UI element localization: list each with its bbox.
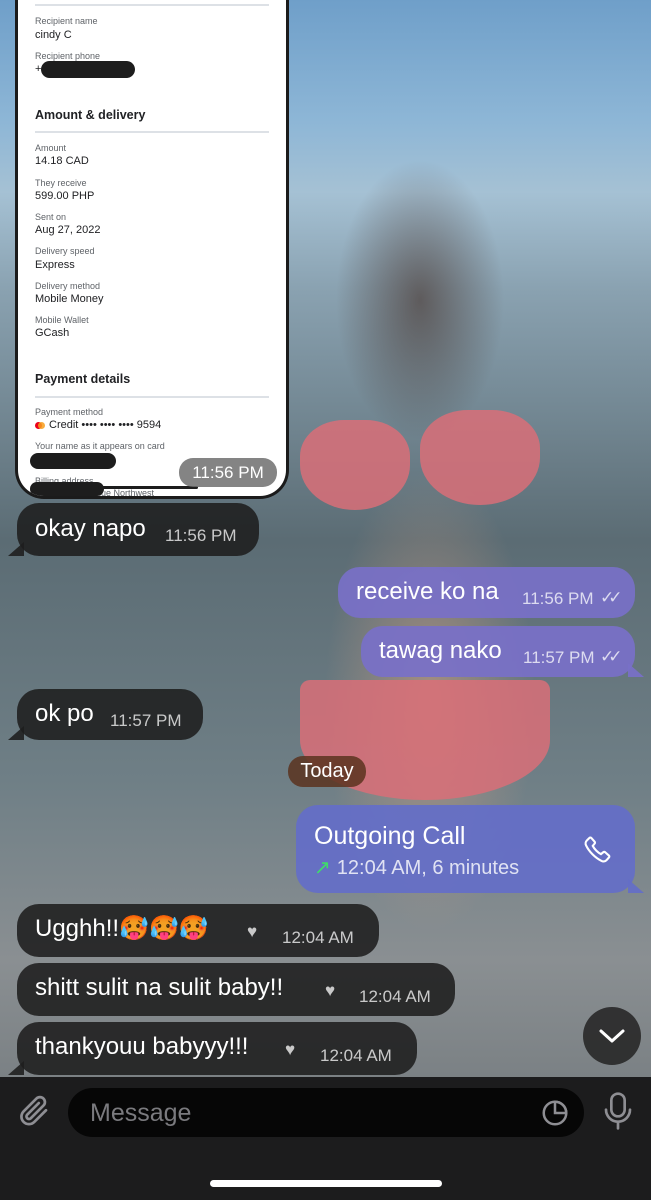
card-number: Credit •••• •••• •••• 9594 xyxy=(49,419,162,431)
incoming-message[interactable]: okay napo 11:56 PM xyxy=(17,503,259,556)
redaction-bar xyxy=(30,482,104,496)
call-detail: ↗ 12:04 AM, 6 minutes xyxy=(314,855,519,880)
call-title: Outgoing Call xyxy=(314,822,466,850)
scroll-down-button[interactable] xyxy=(583,1007,641,1065)
message-time: 11:57 PM xyxy=(110,711,182,730)
mobile-wallet-label: Mobile Wallet xyxy=(35,315,89,325)
payment-method-label: Payment method xyxy=(35,407,104,417)
sticker-icon[interactable] xyxy=(540,1098,570,1128)
home-indicator xyxy=(210,1180,442,1187)
delivery-method-label: Delivery method xyxy=(35,281,101,291)
heart-reaction-icon: ♥ xyxy=(325,981,336,1000)
they-receive-value: 599.00 PHP xyxy=(35,190,95,202)
recipient-name: cindy C xyxy=(35,29,72,41)
call-detail-text: 12:04 AM, 6 minutes xyxy=(336,857,520,879)
message-time: 11:56 PM xyxy=(165,526,237,545)
chevron-down-icon xyxy=(599,1029,625,1043)
delivery-method-value: Mobile Money xyxy=(35,293,104,305)
attach-icon[interactable] xyxy=(16,1092,52,1130)
message-time: 12:04 AM xyxy=(320,1046,392,1065)
message-input-container[interactable] xyxy=(68,1088,584,1139)
heart-reaction-icon: ♥ xyxy=(285,1040,296,1059)
outgoing-call-message[interactable]: Outgoing Call ↗ 12:04 AM, 6 minutes xyxy=(296,805,635,893)
sent-on-value: Aug 27, 2022 xyxy=(35,224,101,236)
message-text: okay napo xyxy=(35,515,146,542)
heart-reaction-icon: ♥ xyxy=(247,922,258,941)
phone-icon[interactable] xyxy=(580,833,614,867)
message-time: 12:04 AM xyxy=(282,928,354,947)
receipt-screenshot-message[interactable]: Recipient name cindy C Recipient phone +… xyxy=(18,0,286,496)
payment-section-title: Payment details xyxy=(35,372,131,386)
recipient-name-label: Recipient name xyxy=(35,16,98,26)
message-time: 12:04 AM xyxy=(359,987,431,1006)
mastercard-icon xyxy=(35,421,45,429)
amount-section-title: Amount & delivery xyxy=(35,108,146,122)
incoming-message[interactable]: ok po 11:57 PM xyxy=(17,689,203,740)
message-time: 11:57 PM xyxy=(523,648,595,667)
incoming-message[interactable]: shitt sulit na sulit baby!! ♥ 12:04 AM xyxy=(17,963,455,1016)
delivery-speed-label: Delivery speed xyxy=(35,246,95,256)
date-separator: Today xyxy=(288,756,366,787)
message-text: receive ko na xyxy=(356,578,499,605)
they-receive-label: They receive xyxy=(35,178,87,188)
recipient-phone-label: Recipient phone xyxy=(35,51,101,61)
amount-label: Amount xyxy=(35,143,67,153)
message-text: shitt sulit na sulit baby!! xyxy=(35,974,284,1001)
message-input[interactable] xyxy=(88,1088,532,1139)
billing-address-partial: nue Northwest xyxy=(96,488,155,496)
sent-on-label: Sent on xyxy=(35,212,67,222)
outgoing-arrow-icon: ↗ xyxy=(314,857,331,879)
message-text: Ugghh!!🥵🥵🥵 xyxy=(35,915,209,942)
message-time: 11:56 PM xyxy=(179,458,277,487)
mobile-wallet-value: GCash xyxy=(35,327,70,339)
message-text: thankyouu babyyy!!! xyxy=(35,1033,249,1060)
delivery-speed-value: Express xyxy=(35,259,75,271)
incoming-message[interactable]: Ugghh!!🥵🥵🥵 ♥ 12:04 AM xyxy=(17,904,379,957)
message-text: tawag nako xyxy=(379,637,502,664)
screenshot-home-bar xyxy=(98,486,198,489)
double-check-icon: ✓✓ xyxy=(600,647,622,666)
outgoing-message[interactable]: tawag nako 11:57 PM ✓✓ xyxy=(361,626,635,677)
redaction-bar xyxy=(41,61,135,78)
payment-method-value: Credit •••• •••• •••• 9594 xyxy=(35,419,161,431)
redaction-bar xyxy=(30,453,116,469)
amount-value: 14.18 CAD xyxy=(35,155,89,167)
name-on-card-label: Your name as it appears on card xyxy=(35,441,165,451)
outgoing-message[interactable]: receive ko na 11:56 PM ✓✓ xyxy=(338,567,635,618)
microphone-icon[interactable] xyxy=(602,1090,634,1132)
message-text: ok po xyxy=(35,700,94,727)
double-check-icon: ✓✓ xyxy=(600,588,622,607)
message-time: 11:56 PM xyxy=(522,589,594,608)
incoming-message[interactable]: thankyouu babyyy!!! ♥ 12:04 AM xyxy=(17,1022,417,1075)
